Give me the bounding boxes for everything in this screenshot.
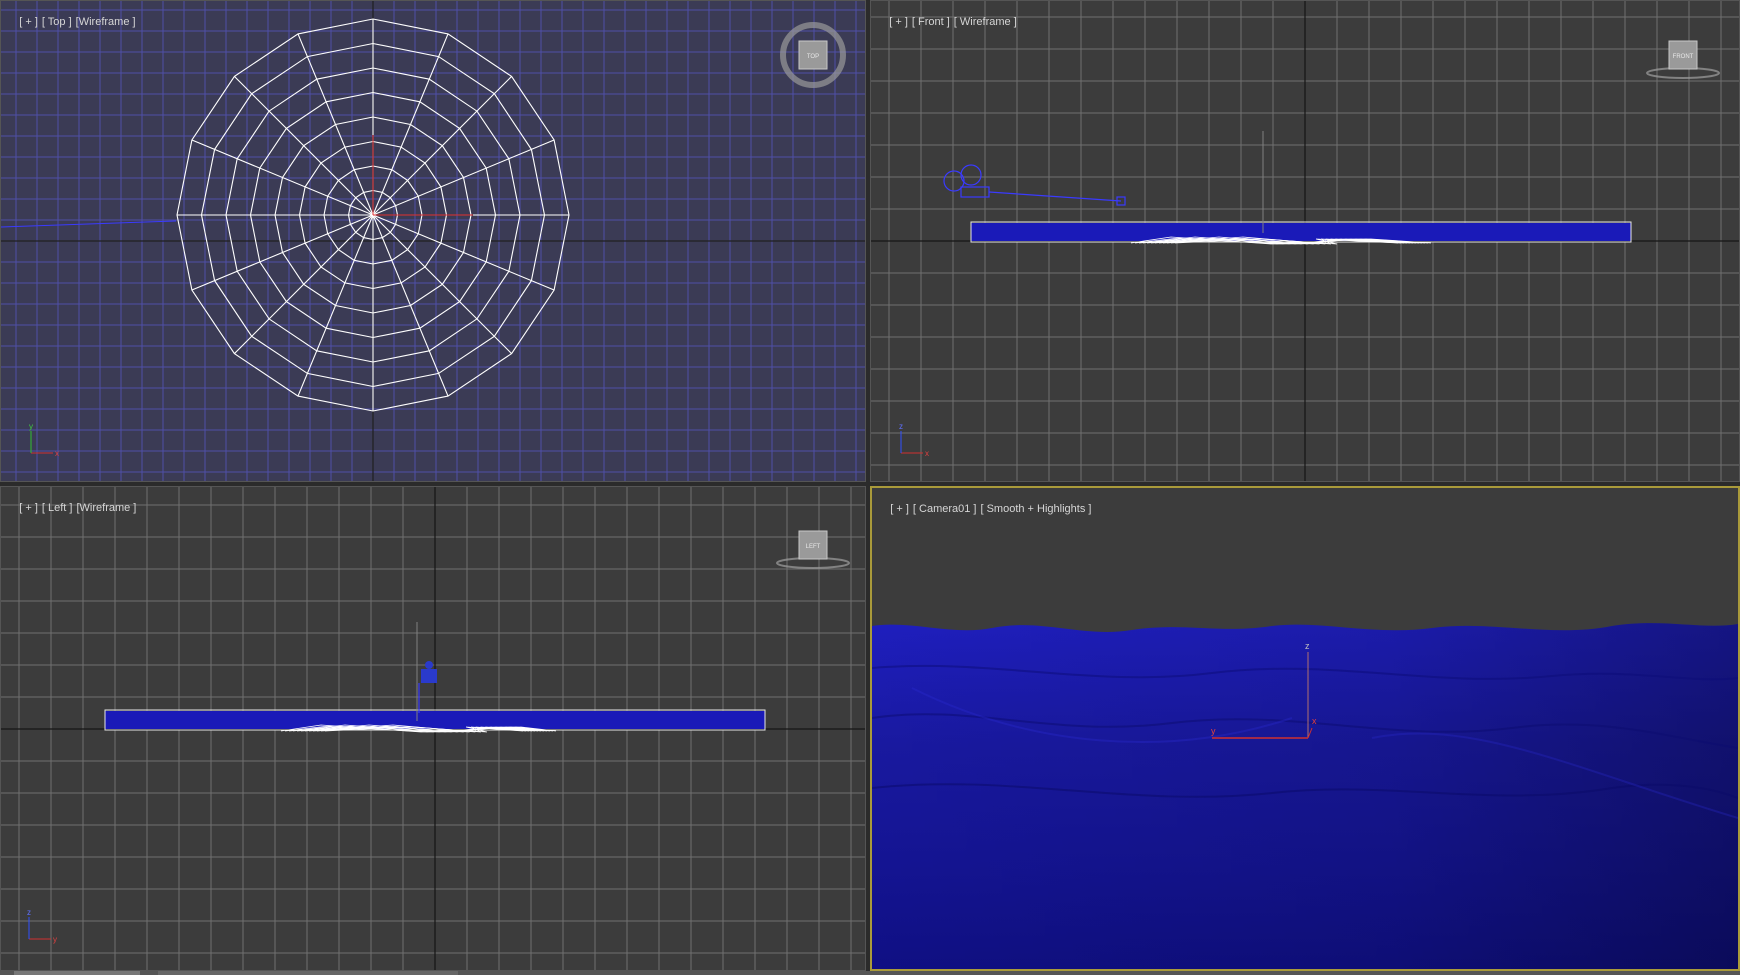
camera-reel [425, 661, 433, 669]
viewport-front-menu[interactable]: [ + ] [889, 16, 908, 28]
axis-tripod-label-x: x [55, 449, 59, 458]
viewport-front-view-menu[interactable]: [ Front ] [912, 16, 950, 28]
left-view-canvas[interactable]: LEFT y z [1, 487, 866, 971]
camera-axis-x: x [1312, 716, 1317, 726]
viewport-camera[interactable]: z y x [ + ] [ Camera01 ][ Smooth + Highli… [870, 486, 1740, 971]
viewport-top-view-menu[interactable]: [ Top ] [42, 16, 72, 28]
axis-tripod-label-up: y [29, 422, 33, 431]
camera-body [421, 669, 437, 683]
camera-view-canvas[interactable]: z y x [872, 488, 1738, 969]
viewport-top-shading-menu[interactable]: [Wireframe ] [76, 16, 136, 28]
viewcube-face-label: TOP [807, 54, 819, 60]
viewport-left-menu[interactable]: [ + ] [19, 502, 38, 514]
viewport-left[interactable]: LEFT y z [ + ] [ Left ] [Wireframe ] [0, 486, 866, 971]
axis-tripod-label-x: x [925, 449, 929, 458]
viewport-front-shading-menu[interactable]: [ Wireframe ] [954, 16, 1017, 28]
viewcube-face-label: LEFT [806, 544, 821, 550]
axis-tripod-label-up: z [899, 422, 903, 431]
viewport-top-label: [ + ] [ Top ] [Wireframe ] [7, 4, 140, 40]
axis-tripod-label-x: y [53, 935, 57, 944]
viewport-left-shading-menu[interactable]: [Wireframe ] [76, 502, 136, 514]
viewport-top[interactable]: TOP x y [ + ] [ Top ] [Wireframe ] [0, 0, 866, 482]
status-bar-segment [158, 971, 458, 975]
status-bar-segment [14, 971, 140, 975]
viewport-camera-shading-menu[interactable]: [ Smooth + Highlights ] [980, 503, 1091, 515]
viewport-front-label: [ + ] [ Front ] [ Wireframe ] [877, 4, 1021, 40]
axis-tripod-label-up: z [27, 908, 31, 917]
water-plane-side [971, 223, 1631, 241]
water-plane-side [105, 711, 765, 729]
viewport-left-view-menu[interactable]: [ Left ] [42, 502, 73, 514]
camera-axis-y: y [1211, 726, 1216, 736]
viewport-left-label: [ + ] [ Left ] [Wireframe ] [7, 490, 140, 526]
viewport-camera-label: [ + ] [ Camera01 ][ Smooth + Highlights ] [878, 491, 1095, 527]
camera-axis-z: z [1305, 641, 1310, 651]
viewcube-face-label: FRONT [1673, 54, 1694, 60]
front-view-canvas[interactable]: FRONT x z [871, 1, 1740, 482]
viewport-camera-menu[interactable]: [ + ] [890, 503, 909, 515]
viewport-front[interactable]: FRONT x z [ + ] [ Front ] [ Wireframe ] [870, 0, 1740, 482]
viewport-camera-view-menu[interactable]: [ Camera01 ] [913, 503, 977, 515]
status-bar [0, 971, 1740, 975]
top-view-canvas[interactable]: TOP x y [1, 1, 866, 482]
viewport-top-menu[interactable]: [ + ] [19, 16, 38, 28]
water-shading [872, 623, 1738, 969]
